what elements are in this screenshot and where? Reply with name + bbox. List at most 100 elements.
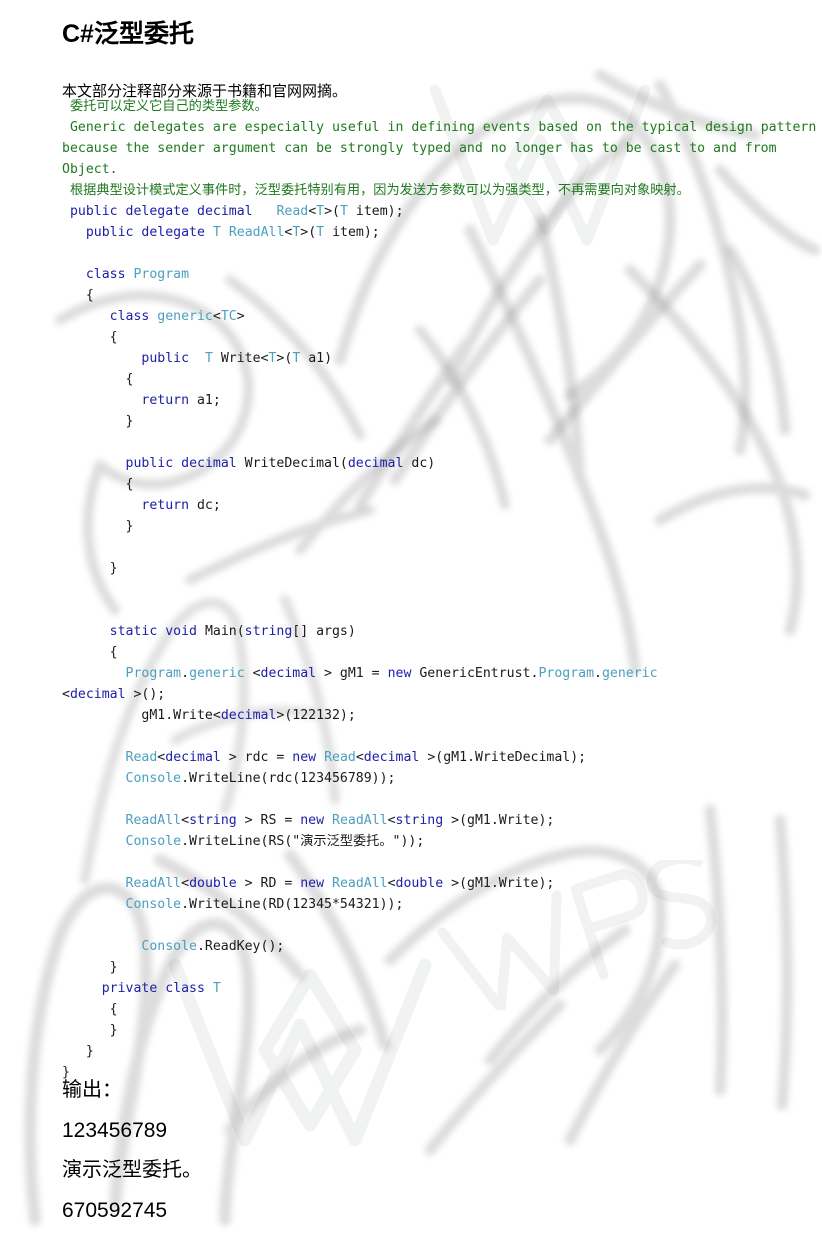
- output-line: 演示泛型委托。: [62, 1159, 202, 1181]
- code-token-plain: <: [308, 204, 317, 219]
- code-token-plain: <: [181, 876, 190, 891]
- code-line: {: [62, 642, 822, 663]
- code-token-plain: }: [85, 1044, 94, 1059]
- code-token-plain: <: [244, 666, 261, 681]
- code-token-plain: }: [109, 561, 118, 576]
- code-token-keyword: class: [109, 309, 150, 324]
- code-line: {: [62, 369, 822, 390]
- code-line: {: [62, 327, 822, 348]
- code-token-type: Read: [324, 750, 356, 765]
- code-token-plain: <: [181, 813, 190, 828]
- code-token-type: TC: [220, 309, 237, 324]
- code-line: Read<decimal > rdc = new Read<decimal >(…: [62, 747, 822, 768]
- code-token-plain: .: [594, 666, 602, 681]
- page-title: C#泛型委托: [62, 20, 194, 48]
- code-token-plain: > gM1 =: [316, 666, 388, 681]
- code-block: 委托可以定义它自己的类型参数。 Generic delegates are es…: [62, 96, 822, 1083]
- code-token-keyword: return: [141, 498, 190, 513]
- code-token-plain: {: [109, 330, 118, 345]
- code-token-type: Read: [125, 750, 158, 765]
- code-line: ReadAll<string > RS = new ReadAll<string…: [62, 810, 822, 831]
- code-token-plain: {: [109, 645, 118, 660]
- code-token-type: Console: [141, 939, 197, 954]
- code-token-plain: >(gM1.WriteDecimal);: [419, 750, 587, 765]
- code-token-keyword: string: [244, 624, 293, 639]
- code-token-type: Console: [125, 897, 182, 912]
- code-token-plain: <: [387, 876, 396, 891]
- code-token-plain: .WriteLine(rdc(123456789));: [181, 771, 396, 786]
- code-line: class generic<TC>: [62, 306, 822, 327]
- code-token-plain: > rdc =: [220, 750, 293, 765]
- code-token-keyword: private: [101, 981, 158, 996]
- code-token-keyword: return: [141, 393, 190, 408]
- code-token-keyword: delegate: [125, 204, 190, 219]
- code-token-keyword: class: [165, 981, 205, 996]
- code-token-type: Console: [125, 834, 182, 849]
- code-token-plain: >(: [276, 351, 293, 366]
- code-token-keyword: static: [109, 624, 158, 639]
- code-line: public T Write<T>(T a1): [62, 348, 822, 369]
- code-line: class Program: [62, 264, 822, 285]
- code-token-type: T: [340, 204, 348, 219]
- code-token-plain: }: [125, 519, 134, 534]
- code-token-plain: >(gM1.Write);: [443, 876, 555, 891]
- code-line: 委托可以定义它自己的类型参数。: [62, 96, 822, 117]
- code-token-keyword: public: [141, 351, 190, 366]
- code-token-plain: GenericEntrust.: [411, 666, 539, 681]
- code-token-keyword: double: [395, 876, 444, 891]
- code-token-comment: 根据典型设计模式定义事件时，泛型委托特别有用，因为发送方参数可以为强类型，不再需…: [69, 183, 690, 198]
- output-label: 输出：: [62, 1079, 122, 1101]
- code-line: Console.WriteLine(RD(12345*54321));: [62, 894, 822, 915]
- code-token-plain: >(: [324, 204, 340, 219]
- code-token-keyword: decimal: [197, 204, 253, 219]
- code-token-keyword: public: [125, 456, 174, 471]
- code-token-type: Read: [276, 204, 309, 219]
- code-token-keyword: class: [85, 267, 126, 282]
- code-token-plain: [] args): [292, 624, 356, 639]
- code-token-keyword: decimal: [181, 456, 237, 471]
- code-line: static void Main(string[] args): [62, 621, 822, 642]
- code-token-plain: >(gM1.Write);: [443, 813, 555, 828]
- code-token-keyword: decimal: [347, 456, 404, 471]
- code-token-plain: <: [387, 813, 396, 828]
- code-token-plain: dc;: [189, 498, 221, 513]
- code-token-plain: gM1.Write<: [141, 708, 221, 723]
- code-line: }: [62, 957, 822, 978]
- code-token-plain: .ReadKey();: [196, 939, 285, 954]
- code-line: }: [62, 516, 822, 537]
- code-line: private class T: [62, 978, 822, 999]
- code-token-keyword: new: [387, 666, 412, 681]
- code-token-plain: .WriteLine(RD(12345*54321));: [181, 897, 404, 912]
- code-line: Console.ReadKey();: [62, 936, 822, 957]
- code-token-keyword: public: [85, 225, 134, 240]
- code-token-plain: <: [212, 309, 221, 324]
- code-token-type: Program: [125, 666, 182, 681]
- code-token-plain: .: [181, 666, 190, 681]
- code-token-plain: dc): [403, 456, 436, 471]
- code-token-type: generic: [157, 309, 213, 324]
- code-line: }: [62, 1062, 822, 1083]
- code-token-comment: Generic delegates are especially useful …: [62, 120, 817, 177]
- code-token-keyword: new: [300, 813, 325, 828]
- output-line: 670592745: [62, 1199, 168, 1222]
- code-token-type: T: [204, 351, 213, 366]
- code-token-plain: }: [125, 414, 134, 429]
- code-token-keyword: string: [395, 813, 444, 828]
- code-line: Console.WriteLine(rdc(123456789));: [62, 768, 822, 789]
- output-line: 123456789: [62, 1119, 168, 1142]
- code-token-plain: {: [125, 477, 134, 492]
- code-line: return a1;: [62, 390, 822, 411]
- code-token-type: T: [212, 981, 221, 996]
